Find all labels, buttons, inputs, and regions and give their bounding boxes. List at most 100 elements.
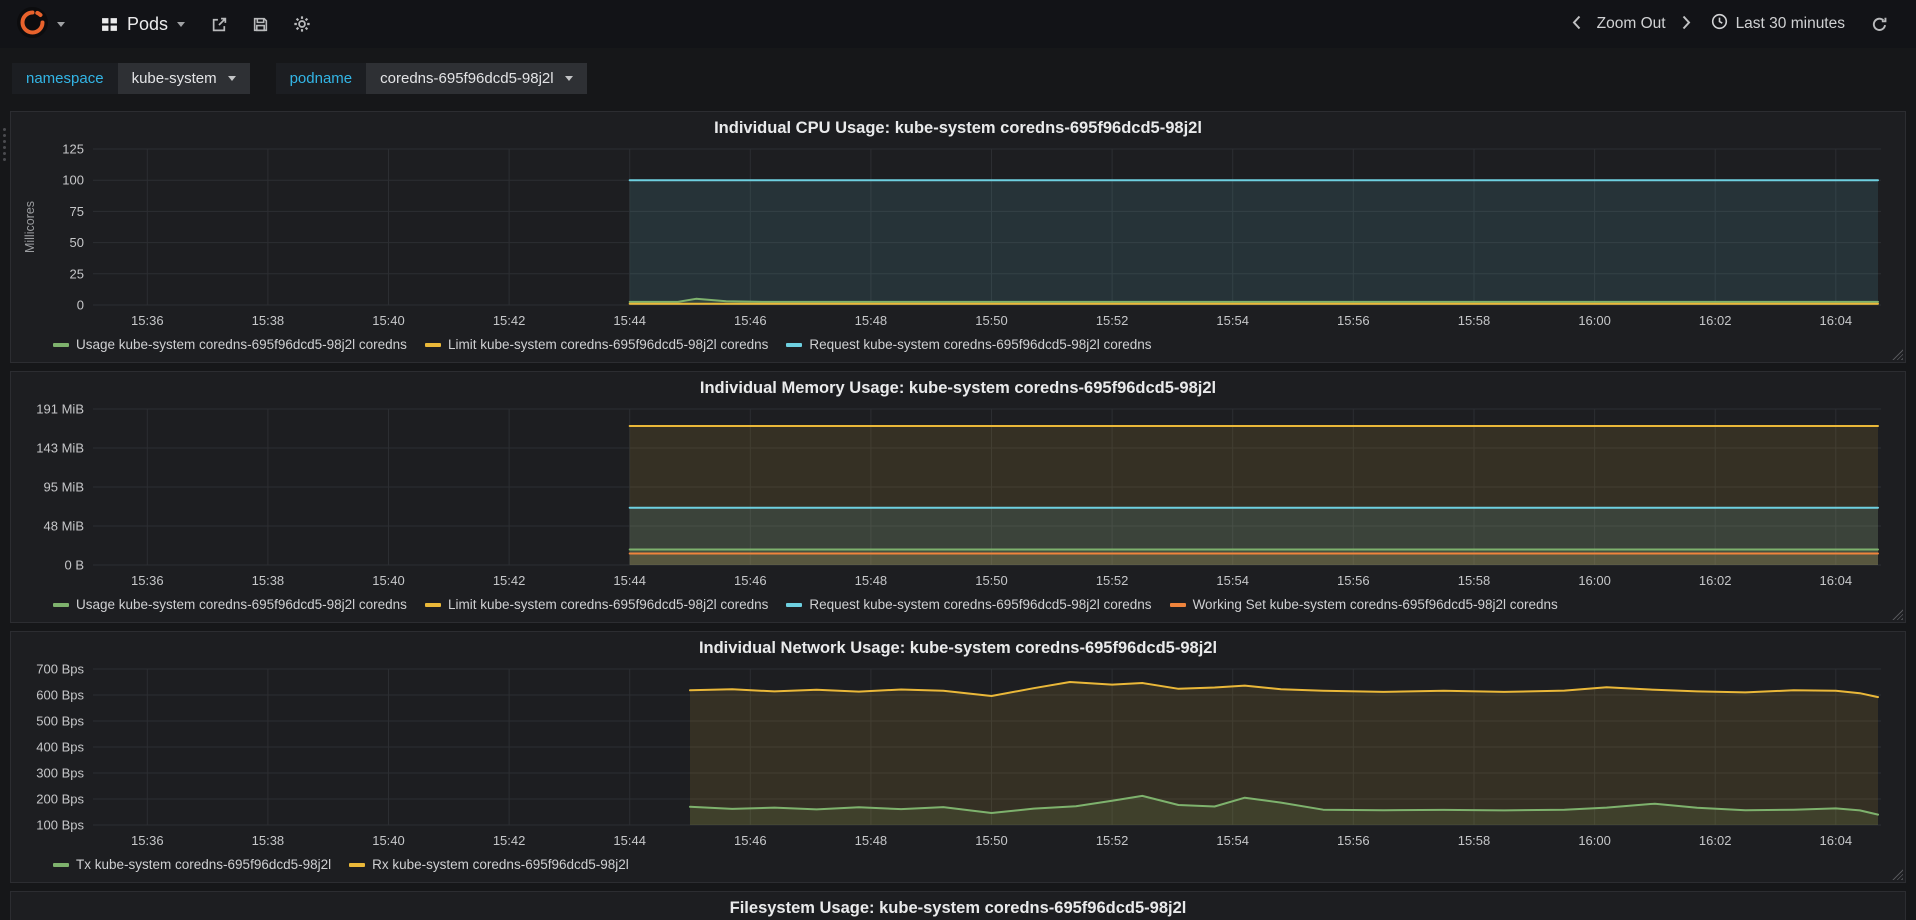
legend-item[interactable]: Tx kube-system coredns-695f96dcd5-98j2l [53,857,331,872]
row-drag-handle[interactable] [3,128,6,161]
legend-item[interactable]: Rx kube-system coredns-695f96dcd5-98j2l [349,857,629,872]
svg-text:75: 75 [70,204,84,219]
chevron-down-icon [177,21,186,27]
legend-series-name: Request kube-system coredns-695f96dcd5-9… [809,597,1152,612]
svg-text:15:56: 15:56 [1337,313,1370,328]
svg-text:15:52: 15:52 [1096,313,1129,328]
svg-text:15:58: 15:58 [1458,573,1491,588]
legend-item[interactable]: Usage kube-system coredns-695f96dcd5-98j… [53,597,407,612]
svg-text:Millicores: Millicores [23,201,37,253]
svg-text:48 MiB: 48 MiB [44,519,84,534]
share-icon [211,16,228,33]
svg-text:15:48: 15:48 [855,313,888,328]
memory-usage-chart[interactable]: 15:36 15:38 15:40 15:42 15:44 15:46 15:48 15:50… [19,401,1897,593]
time-range-button[interactable]: Last 30 minutes [1699,5,1857,43]
legend-item[interactable]: Request kube-system coredns-695f96dcd5-9… [786,597,1152,612]
panel-cpu-usage: Individual CPU Usage: kube-system coredn… [10,111,1906,363]
legend-item[interactable]: Usage kube-system coredns-695f96dcd5-98j… [53,337,407,352]
svg-text:15:50: 15:50 [975,833,1008,848]
podname-select[interactable]: coredns-695f96dcd5-98j2l [366,63,587,94]
refresh-icon [1871,16,1888,33]
svg-text:15:38: 15:38 [252,313,285,328]
network-usage-legend: Tx kube-system coredns-695f96dcd5-98j2l R… [11,853,1905,882]
svg-text:15:46: 15:46 [734,313,767,328]
panel-title-filesystem[interactable]: Filesystem Usage: kube-system coredns-69… [11,892,1905,920]
legend-item[interactable]: Request kube-system coredns-695f96dcd5-9… [786,337,1152,352]
save-button[interactable] [240,8,281,41]
panel-title-cpu[interactable]: Individual CPU Usage: kube-system coredn… [11,112,1905,141]
svg-text:16:00: 16:00 [1578,313,1611,328]
svg-text:125: 125 [62,142,84,157]
variable-namespace: namespace kube-system [12,63,250,94]
svg-text:15:56: 15:56 [1337,573,1370,588]
dashboard: Individual CPU Usage: kube-system coredn… [0,111,1916,920]
zoom-out-button[interactable]: Zoom Out [1589,7,1674,41]
svg-text:15:52: 15:52 [1096,833,1129,848]
svg-text:15:44: 15:44 [613,833,646,848]
legend-series-name: Request kube-system coredns-695f96dcd5-9… [809,337,1152,352]
legend-series-swatch [53,342,69,347]
legend-item[interactable]: Working Set kube-system coredns-695f96dc… [1169,597,1558,612]
svg-text:15:36: 15:36 [131,833,164,848]
grafana-logo-button[interactable] [10,0,73,48]
legend-series-swatch [53,862,69,867]
svg-text:15:50: 15:50 [975,573,1008,588]
svg-text:15:36: 15:36 [131,573,164,588]
time-shift-forward-button[interactable] [1676,7,1697,41]
svg-text:16:02: 16:02 [1699,313,1732,328]
svg-text:700 Bps: 700 Bps [36,662,84,677]
podname-selected-value: coredns-695f96dcd5-98j2l [380,70,554,87]
svg-text:15:54: 15:54 [1216,313,1249,328]
chevron-left-icon [1572,15,1581,33]
legend-series-swatch [786,602,803,607]
svg-text:100 Bps: 100 Bps [36,818,84,833]
legend-series-name: Working Set kube-system coredns-695f96dc… [1192,597,1558,612]
svg-text:16:04: 16:04 [1820,573,1853,588]
legend-series-swatch [349,862,366,867]
navbar: Pods Zoom Out Last 30 minutes [0,0,1916,48]
network-usage-chart[interactable]: 15:36 15:38 15:40 15:42 15:44 15:46 15:48 15:50… [19,661,1897,853]
time-range-label: Last 30 minutes [1735,15,1845,32]
chevron-down-icon [564,76,573,81]
svg-text:100: 100 [62,173,84,188]
share-button[interactable] [199,8,240,41]
legend-series-name: Tx kube-system coredns-695f96dcd5-98j2l [76,857,332,872]
cpu-usage-chart[interactable]: 15:36 15:38 15:40 15:42 15:44 15:46 15:48 15:50… [19,141,1897,333]
svg-text:15:46: 15:46 [734,573,767,588]
legend-series-name: Limit kube-system coredns-695f96dcd5-98j… [447,597,769,612]
chevron-down-icon [227,76,236,81]
settings-button[interactable] [281,7,323,41]
refresh-button[interactable] [1859,8,1900,41]
panel-filesystem-usage: Filesystem Usage: kube-system coredns-69… [10,891,1906,920]
legend-series-swatch [786,342,803,347]
svg-text:300 Bps: 300 Bps [36,766,84,781]
svg-text:15:58: 15:58 [1458,833,1491,848]
svg-text:143 MiB: 143 MiB [36,441,84,456]
panel-title-network[interactable]: Individual Network Usage: kube-system co… [11,632,1905,661]
legend-series-swatch [424,342,441,347]
svg-text:16:04: 16:04 [1820,313,1853,328]
legend-series-name: Limit kube-system coredns-695f96dcd5-98j… [447,337,769,352]
svg-text:95 MiB: 95 MiB [44,480,84,495]
panel-title-memory[interactable]: Individual Memory Usage: kube-system cor… [11,372,1905,401]
legend-item[interactable]: Limit kube-system coredns-695f96dcd5-98j… [424,597,769,612]
svg-text:15:58: 15:58 [1458,313,1491,328]
chevron-right-icon [1682,15,1691,33]
panel-memory-usage: Individual Memory Usage: kube-system cor… [10,371,1906,623]
panel-network-usage: Individual Network Usage: kube-system co… [10,631,1906,883]
svg-text:15:36: 15:36 [131,313,164,328]
svg-text:0: 0 [77,298,84,313]
legend-item[interactable]: Limit kube-system coredns-695f96dcd5-98j… [424,337,769,352]
namespace-select[interactable]: kube-system [117,63,250,94]
svg-text:200 Bps: 200 Bps [36,792,84,807]
svg-text:0 B: 0 B [64,558,84,573]
grafana-logo-icon [16,6,49,42]
svg-text:15:42: 15:42 [493,833,526,848]
dashboard-picker-button[interactable]: Pods [87,6,199,43]
svg-text:25: 25 [70,266,84,281]
svg-text:15:50: 15:50 [975,313,1008,328]
svg-text:16:00: 16:00 [1578,573,1611,588]
time-shift-back-button[interactable] [1566,7,1587,41]
svg-text:15:38: 15:38 [252,833,285,848]
svg-text:400 Bps: 400 Bps [36,740,84,755]
